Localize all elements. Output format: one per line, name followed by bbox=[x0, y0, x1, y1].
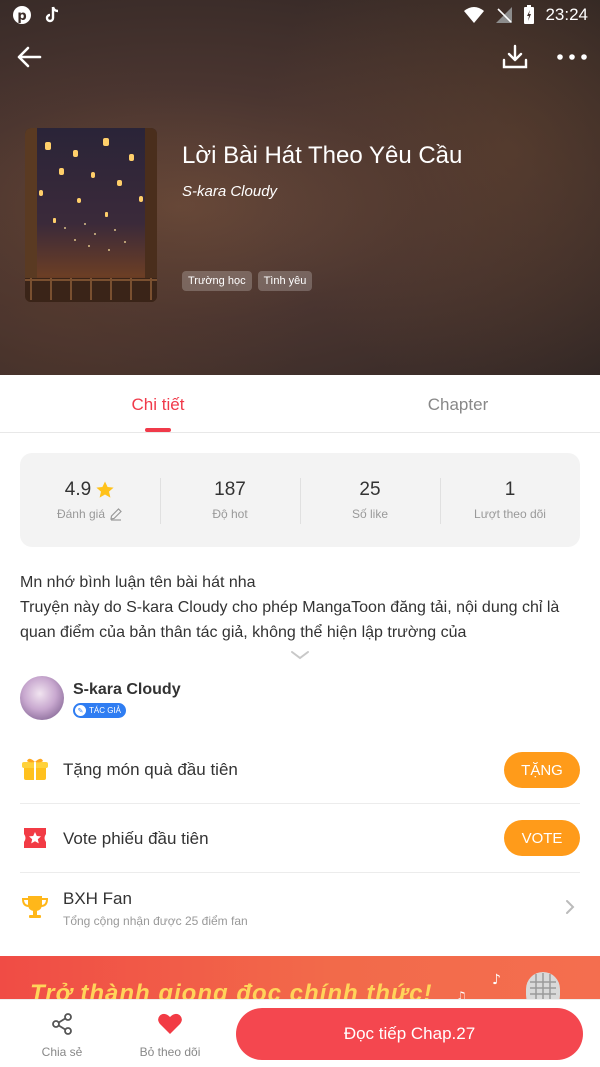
description-line-1: Mn nhớ bình luận tên bài hát nha bbox=[20, 574, 256, 591]
clock: 23:24 bbox=[545, 5, 588, 24]
tag-school[interactable]: Trường học bbox=[182, 271, 252, 291]
no-signal-icon bbox=[496, 7, 513, 23]
battery-charging-icon bbox=[524, 5, 535, 24]
stat-hot: 187 Độ hot bbox=[160, 453, 300, 547]
avatar[interactable] bbox=[20, 676, 64, 720]
fan-ranking-label: BXH Fan bbox=[63, 889, 132, 908]
unfollow-label: Bỏ theo dõi bbox=[139, 1045, 201, 1059]
microphone-icon: ♪ ♫ bbox=[456, 972, 560, 1002]
tag-list: Trường học Tình yêu bbox=[182, 271, 313, 291]
book-title: Lời Bài Hát Theo Yêu Cầu bbox=[182, 142, 463, 169]
rating-value: 4.9 bbox=[64, 479, 92, 500]
stat-followers: 1 Lượt theo dõi bbox=[440, 453, 580, 547]
download-icon[interactable] bbox=[500, 42, 530, 72]
share-label: Chia sẻ bbox=[41, 1045, 83, 1059]
vote-button[interactable]: VOTE bbox=[504, 820, 580, 856]
vote-row[interactable]: Vote phiếu đầu tiên VOTE bbox=[20, 804, 580, 873]
unfollow-button[interactable]: Bỏ theo dõi bbox=[125, 1012, 215, 1059]
author-name[interactable]: S-kara Cloudy bbox=[73, 681, 181, 699]
heart-icon bbox=[158, 1013, 182, 1034]
bottom-action-bar: Chia sẻ Bỏ theo dõi Đọc tiếp Chap.27 bbox=[0, 999, 600, 1067]
edit-icon bbox=[110, 508, 122, 521]
book-author[interactable]: S-kara Cloudy bbox=[182, 183, 277, 200]
vote-label: Vote phiếu đầu tiên bbox=[63, 829, 209, 848]
followers-value: 1 bbox=[504, 479, 516, 500]
svg-text:p: p bbox=[17, 9, 26, 24]
wifi-icon bbox=[464, 7, 485, 23]
tab-chapter[interactable]: Chapter bbox=[388, 395, 528, 415]
status-bar: p 23:24 bbox=[0, 0, 600, 32]
active-tab-indicator bbox=[145, 428, 171, 432]
pen-icon: ✎ bbox=[75, 705, 86, 716]
hot-label: Độ hot bbox=[212, 507, 248, 521]
likes-label: Số like bbox=[351, 507, 389, 521]
voice-actor-banner[interactable]: Trở thành giọng đọc chính thức! ♪ ♫ bbox=[0, 956, 600, 1002]
share-button[interactable]: Chia sẻ bbox=[17, 1012, 107, 1059]
gift-icon bbox=[22, 758, 48, 780]
stat-likes: 25 Số like bbox=[300, 453, 440, 547]
likes-value: 25 bbox=[359, 479, 381, 500]
share-icon bbox=[52, 1013, 72, 1035]
gift-button[interactable]: TẶNG bbox=[504, 752, 580, 788]
followers-label: Lượt theo dõi bbox=[474, 507, 546, 521]
book-header: p 23:24 Lời Bài Hát Theo Yêu Cầu S-kara … bbox=[0, 0, 600, 375]
fan-ranking-subtitle: Tổng cộng nhận được 25 điểm fan bbox=[63, 914, 248, 928]
author-badge-label: TÁC GIẢ bbox=[89, 706, 122, 715]
stat-rating[interactable]: 4.9 Đánh giá bbox=[20, 453, 160, 547]
tiktok-icon bbox=[45, 6, 59, 23]
stats-card: 4.9 Đánh giá 187 Độ hot 25 Số like 1 Lượ… bbox=[20, 453, 580, 547]
more-icon[interactable] bbox=[554, 42, 590, 72]
hot-value: 187 bbox=[214, 479, 246, 500]
book-cover-image bbox=[25, 128, 157, 302]
trophy-icon bbox=[22, 896, 48, 918]
tag-love[interactable]: Tình yêu bbox=[257, 271, 313, 291]
vote-ticket-icon bbox=[24, 828, 46, 848]
book-description: Mn nhớ bình luận tên bài hát nha Truyện … bbox=[20, 570, 580, 645]
gift-row[interactable]: Tặng món quà đầu tiên TẶNG bbox=[20, 735, 580, 804]
svg-text:♪: ♪ bbox=[492, 972, 501, 988]
author-badge: ✎ TÁC GIẢ bbox=[73, 703, 127, 718]
tab-bar: Chi tiết Chapter bbox=[0, 375, 600, 433]
chevron-down-icon[interactable] bbox=[289, 648, 311, 662]
pinterest-icon: p bbox=[13, 6, 31, 24]
description-line-2: Truyện này do S-kara Cloudy cho phép Man… bbox=[20, 599, 560, 641]
back-arrow-icon[interactable] bbox=[14, 42, 44, 72]
rating-label: Đánh giá bbox=[56, 507, 106, 521]
continue-reading-button[interactable]: Đọc tiếp Chap.27 bbox=[236, 1008, 583, 1060]
chevron-right-icon bbox=[566, 900, 575, 914]
fan-ranking-row[interactable]: BXH Fan Tổng cộng nhận được 25 điểm fan bbox=[20, 873, 580, 943]
star-icon bbox=[96, 481, 114, 498]
gift-label: Tặng món quà đầu tiên bbox=[63, 760, 238, 779]
tab-details[interactable]: Chi tiết bbox=[88, 395, 228, 415]
